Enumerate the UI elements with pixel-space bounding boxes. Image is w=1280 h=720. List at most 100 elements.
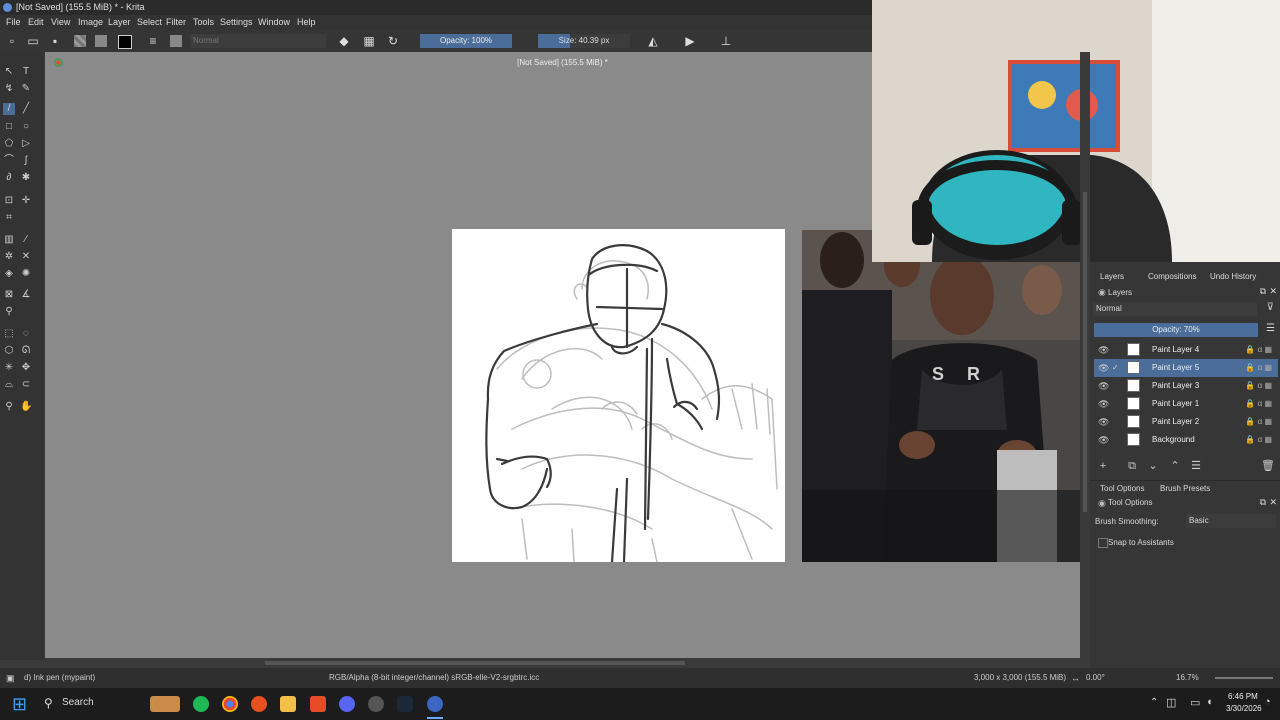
layer-row[interactable]: 👁 Background 🔒 α ▦ bbox=[1094, 431, 1278, 449]
menu-tools[interactable]: Tools bbox=[193, 15, 214, 30]
layer-opacity-slider[interactable]: Opacity: 70% bbox=[1094, 323, 1258, 337]
new-document-icon[interactable]: ▫ bbox=[4, 33, 20, 49]
menu-image[interactable]: Image bbox=[78, 15, 103, 30]
edit-shapes-tool-icon[interactable]: ↯ bbox=[3, 83, 15, 95]
menu-select[interactable]: Select bbox=[137, 15, 162, 30]
add-layer-icon[interactable]: + bbox=[1096, 459, 1110, 473]
layer-row[interactable]: 👁 Paint Layer 3 🔒 α ▦ bbox=[1094, 377, 1278, 395]
menu-help[interactable]: Help bbox=[297, 15, 316, 30]
magnetic-select-tool-icon[interactable]: ⊂ bbox=[20, 379, 32, 391]
wrap-around-icon[interactable]: ⊥ bbox=[718, 33, 734, 49]
tray-chevron-icon[interactable]: ⌃ bbox=[1150, 697, 1158, 708]
smart-patch-tool-icon[interactable]: ✲ bbox=[3, 251, 15, 263]
menu-window[interactable]: Window bbox=[258, 15, 290, 30]
freehand-select-tool-icon[interactable]: ᘏ bbox=[20, 345, 32, 357]
menu-edit[interactable]: Edit bbox=[28, 15, 44, 30]
layer-row[interactable]: 👁 Paint Layer 4 🔒 α ▦ bbox=[1094, 341, 1278, 359]
discord-icon[interactable] bbox=[339, 696, 355, 712]
ellipse-tool-icon[interactable]: ○ bbox=[20, 121, 32, 133]
tab-brush-presets[interactable]: Brush Presets bbox=[1160, 484, 1210, 493]
visibility-eye-icon[interactable]: 👁 bbox=[1098, 359, 1109, 377]
color-picker-tool-icon[interactable]: ⁄ bbox=[20, 234, 32, 246]
taskbar-search-label[interactable]: Search bbox=[62, 697, 94, 708]
layer-flags-icon[interactable]: 🔒 α ▦ bbox=[1245, 341, 1272, 359]
select-shapes-tool-icon[interactable]: ↖ bbox=[3, 66, 15, 78]
eraser-icon[interactable]: ◆ bbox=[336, 33, 352, 49]
layer-flags-icon[interactable]: 🔒 α ▦ bbox=[1245, 413, 1272, 431]
close-docker-icon[interactable]: ✕ bbox=[1269, 286, 1277, 297]
zoom-level[interactable]: 16.7% bbox=[1176, 668, 1199, 688]
similar-select-tool-icon[interactable]: ✥ bbox=[20, 362, 32, 374]
layer-flags-icon[interactable]: 🔒 α ▦ bbox=[1245, 359, 1272, 377]
mirror-horizontal-icon[interactable]: ◭ bbox=[645, 33, 661, 49]
visibility-eye-icon[interactable]: 👁 bbox=[1098, 413, 1109, 431]
widgets-icon[interactable] bbox=[150, 696, 180, 712]
move-layer-down-icon[interactable]: ⌄ bbox=[1146, 459, 1160, 473]
reference-images-tool-icon[interactable]: ⚲ bbox=[3, 306, 15, 318]
file-explorer-icon[interactable] bbox=[280, 696, 296, 712]
brush-smoothing-select[interactable]: Basic bbox=[1186, 514, 1276, 528]
move-layer-up-icon[interactable]: ⌃ bbox=[1168, 459, 1182, 473]
gradient-tool-icon[interactable]: ▥ bbox=[3, 234, 15, 246]
lock-icon[interactable]: 🔒 α ▦ bbox=[1245, 431, 1272, 449]
text-tool-icon[interactable]: T bbox=[20, 66, 32, 78]
float-docker-icon[interactable]: ⧉ bbox=[1260, 286, 1266, 297]
monitor-icon[interactable]: ▭ bbox=[1190, 696, 1200, 709]
line-tool-icon[interactable]: ╱ bbox=[20, 103, 32, 115]
save-document-icon[interactable]: ▪ bbox=[47, 33, 63, 49]
opacity-slider[interactable]: Opacity: 100% bbox=[420, 34, 512, 48]
measure-tool-icon[interactable]: ∡ bbox=[20, 289, 32, 301]
freehand-brush-tool-icon[interactable]: / bbox=[3, 103, 15, 115]
menu-view[interactable]: View bbox=[51, 15, 70, 30]
zoom-slider[interactable] bbox=[1215, 677, 1273, 679]
brush-settings-icon[interactable]: ≡ bbox=[145, 33, 161, 49]
layer-row[interactable]: 👁 Paint Layer 1 🔒 α ▦ bbox=[1094, 395, 1278, 413]
dynamic-brush-tool-icon[interactable]: ∂ bbox=[3, 172, 15, 184]
tab-compositions[interactable]: Compositions bbox=[1148, 272, 1196, 281]
layer-row[interactable]: 👁 Paint Layer 2 🔒 α ▦ bbox=[1094, 413, 1278, 431]
fill-tool-icon[interactable]: ◈ bbox=[3, 268, 15, 280]
mirror-vertical-icon[interactable]: ▶ bbox=[682, 33, 698, 49]
blend-mode-select[interactable]: Normal bbox=[190, 34, 326, 48]
horizontal-scrollbar[interactable] bbox=[45, 658, 1080, 668]
close-tool-options-icon[interactable]: ✕ bbox=[1269, 497, 1277, 508]
layer-flags-icon[interactable]: 🔒 α ▦ bbox=[1245, 395, 1272, 413]
menu-settings[interactable]: Settings bbox=[220, 15, 253, 30]
chrome-icon[interactable] bbox=[222, 696, 238, 712]
visibility-eye-icon[interactable]: 👁 bbox=[1098, 377, 1109, 395]
current-brush[interactable]: d) Ink pen (mypaint) bbox=[24, 668, 95, 688]
move-tool-icon[interactable]: ✛ bbox=[20, 195, 32, 207]
visibility-eye-icon[interactable]: 👁 bbox=[1098, 395, 1109, 413]
obs-icon[interactable] bbox=[368, 696, 384, 712]
reference-image[interactable]: S R bbox=[802, 230, 1080, 562]
duplicate-layer-icon[interactable]: ⧉ bbox=[1125, 459, 1139, 473]
enclose-fill-tool-icon[interactable]: ✺ bbox=[20, 268, 32, 280]
horizontal-scroll-thumb[interactable] bbox=[265, 661, 685, 665]
calligraphy-tool-icon[interactable]: ✎ bbox=[20, 83, 32, 95]
fg-bg-color-icon[interactable] bbox=[118, 35, 132, 49]
freehand-path-tool-icon[interactable]: ʃ bbox=[20, 155, 32, 167]
tab-tool-options[interactable]: Tool Options bbox=[1100, 484, 1144, 493]
gradient-swatch-icon[interactable] bbox=[74, 35, 86, 47]
polygon-select-tool-icon[interactable]: ⬡ bbox=[3, 345, 15, 357]
filter-icon[interactable]: ⊽ bbox=[1267, 302, 1274, 313]
pattern-swatch-icon[interactable] bbox=[95, 35, 107, 47]
multibrush-tool-icon[interactable]: ✱ bbox=[20, 172, 32, 184]
alpha-lock-icon[interactable]: ▦ bbox=[361, 33, 377, 49]
vertical-scrollbar[interactable] bbox=[1080, 52, 1090, 658]
layer-row[interactable]: 👁 ✓ Paint Layer 5 🔒 α ▦ bbox=[1094, 359, 1278, 377]
steam-icon[interactable] bbox=[397, 696, 413, 712]
ellipse-select-tool-icon[interactable]: ◌ bbox=[20, 328, 32, 340]
polygon-tool-icon[interactable]: ⬠ bbox=[3, 138, 15, 150]
visibility-eye-icon[interactable]: 👁 bbox=[1098, 341, 1109, 359]
layer-flags-icon[interactable]: 🔒 α ▦ bbox=[1245, 377, 1272, 395]
tab-undo-history[interactable]: Undo History bbox=[1210, 272, 1256, 281]
visibility-eye-icon[interactable]: 👁 bbox=[1098, 431, 1109, 449]
rectangle-tool-icon[interactable]: □ bbox=[3, 121, 15, 133]
float-tool-options-icon[interactable]: ⧉ bbox=[1260, 497, 1266, 508]
reload-preset-icon[interactable]: ↻ bbox=[385, 33, 401, 49]
bezier-tool-icon[interactable]: ⌒ bbox=[3, 155, 15, 167]
layer-menu-icon[interactable]: ☰ bbox=[1266, 323, 1275, 334]
menu-layer[interactable]: Layer bbox=[108, 15, 131, 30]
drawing-canvas[interactable] bbox=[452, 229, 785, 564]
